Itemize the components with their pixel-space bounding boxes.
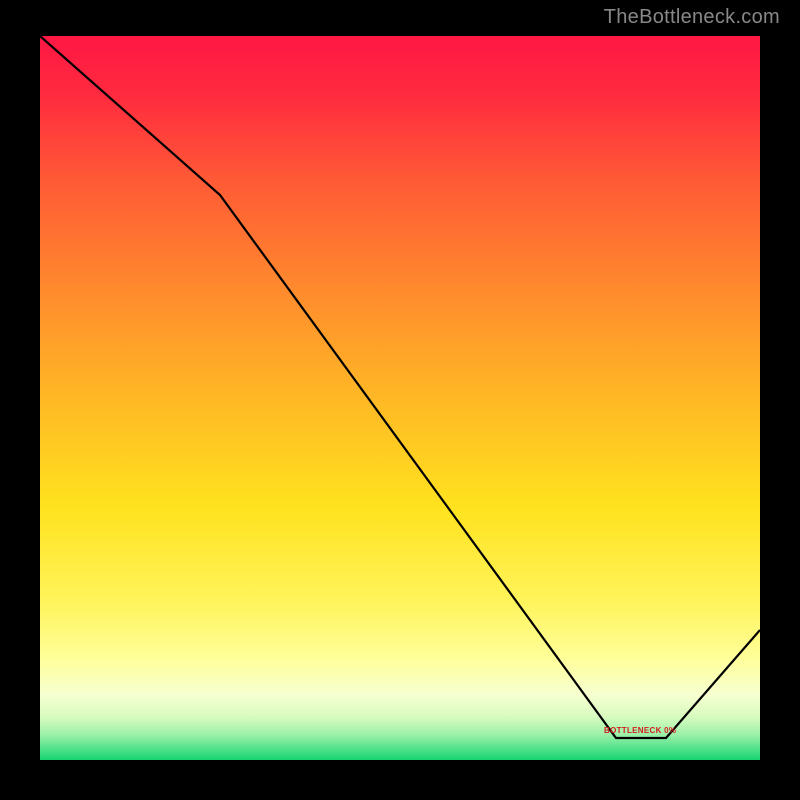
gradient-background <box>40 36 760 760</box>
attribution-text: TheBottleneck.com <box>604 6 780 29</box>
chart-svg <box>40 36 760 760</box>
chart-plot-area: BOTTLENECK 0% <box>40 36 760 760</box>
optimal-label: BOTTLENECK 0% <box>604 726 676 735</box>
